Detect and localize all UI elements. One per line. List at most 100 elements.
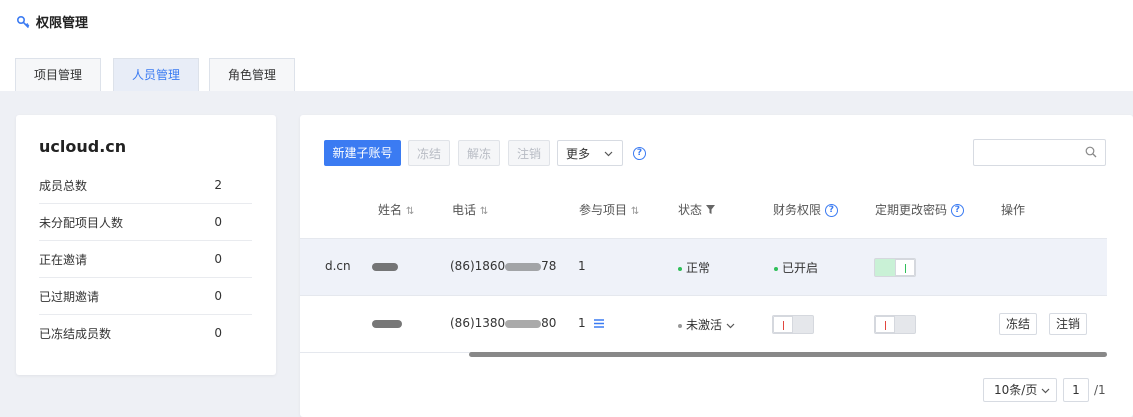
list-icon[interactable] (593, 317, 604, 331)
redacted-phone (505, 262, 542, 271)
phone-prefix: (86)1860 (450, 259, 506, 273)
password-toggle[interactable] (874, 258, 916, 277)
filter-icon[interactable] (705, 203, 715, 217)
header-password: 定期更改密码 ? (875, 201, 964, 218)
tab-project-management[interactable]: 项目管理 (15, 58, 102, 91)
tab-bar: 项目管理 人员管理 角色管理 (0, 58, 1133, 92)
search-input[interactable] (973, 139, 1106, 166)
projects-cell: 1 (578, 316, 604, 331)
table-row[interactable]: (86)1380 80 1 未激活 冻结 注销 (300, 295, 1107, 353)
toggle-knob (773, 316, 793, 333)
header-finance: 财务权限 ? (773, 201, 838, 218)
search-icon (1085, 146, 1097, 161)
projects-count: 1 (578, 316, 586, 330)
email-cell: d.cn (325, 259, 351, 273)
page-size-select[interactable]: 10条/页 (983, 378, 1057, 402)
chevron-down-icon (604, 141, 613, 176)
stat-value: 0 (214, 326, 222, 340)
tab-member-management[interactable]: 人员管理 (113, 58, 200, 92)
tab-label: 角色管理 (228, 68, 277, 82)
stat-inviting: 正在邀请 0 (39, 241, 252, 278)
status-text: 正常 (686, 261, 711, 275)
sort-icon[interactable]: ⇅ (406, 206, 414, 217)
header-label: 定期更改密码 (875, 203, 948, 217)
stat-expired-invites: 已过期邀请 0 (39, 278, 252, 315)
help-icon[interactable]: ? (633, 147, 646, 160)
redacted-phone (505, 319, 542, 328)
stat-value: 0 (214, 252, 222, 266)
status-text: 未激活 (686, 318, 723, 332)
status-dot-icon (774, 266, 778, 271)
key-icon (16, 15, 30, 29)
page-total: /1 (1094, 383, 1106, 397)
stat-value: 0 (214, 289, 222, 303)
stat-value: 2 (214, 178, 222, 192)
tab-label: 项目管理 (34, 68, 83, 82)
status-dot-icon (678, 266, 682, 271)
password-toggle[interactable] (874, 315, 916, 334)
status-cell: 正常 (678, 259, 710, 276)
redacted-name (372, 262, 398, 271)
phone-suffix: 80 (541, 316, 557, 330)
finance-text: 已开启 (782, 261, 819, 275)
table-row[interactable]: d.cn (86)1860 78 1 正常 已开启 (300, 238, 1107, 295)
stat-unassigned: 未分配项目人数 0 (39, 204, 252, 241)
redacted-name (372, 319, 402, 328)
stat-label: 已冻结成员数 (39, 326, 112, 341)
unfreeze-button[interactable]: 解冻 (458, 140, 500, 166)
header-label: 状态 (678, 203, 703, 217)
name-cell (372, 259, 398, 273)
stat-value: 0 (214, 215, 222, 229)
more-dropdown[interactable]: 更多 (557, 140, 623, 166)
row-freeze-button[interactable]: 冻结 (999, 313, 1038, 335)
chevron-down-icon (726, 318, 735, 332)
new-subaccount-button[interactable]: 新建子账号 (324, 140, 401, 166)
stat-total-members: 成员总数 2 (39, 167, 252, 204)
row-cancel-button[interactable]: 注销 (1049, 313, 1088, 335)
page-title: 权限管理 (16, 12, 88, 31)
projects-cell: 1 (578, 259, 586, 273)
member-list-card: 新建子账号 冻结 解冻 注销 更多 ? 姓名 ⇅ 电话 ⇅ 参与项目 ⇅ 状态 … (300, 115, 1133, 417)
stat-label: 成员总数 (39, 178, 88, 193)
toggle-knob (875, 316, 895, 333)
header-phone[interactable]: 电话 ⇅ (452, 201, 488, 218)
header-name[interactable]: 姓名 ⇅ (378, 201, 414, 218)
page-number-input[interactable]: 1 (1063, 378, 1089, 402)
header-label: 电话 (452, 203, 477, 217)
freeze-button[interactable]: 冻结 (408, 140, 450, 166)
finance-toggle[interactable] (772, 315, 814, 334)
tab-label: 人员管理 (132, 68, 181, 82)
chevron-down-icon (1041, 383, 1050, 397)
help-icon[interactable]: ? (950, 204, 964, 217)
header-label: 姓名 (378, 203, 403, 217)
sort-icon[interactable]: ⇅ (631, 206, 639, 217)
header-ops: 操作 (1001, 203, 1026, 217)
header-status[interactable]: 状态 (678, 201, 715, 218)
stat-label: 未分配项目人数 (39, 215, 124, 230)
status-dropdown[interactable]: 未激活 (678, 316, 735, 333)
finance-cell: 已开启 (774, 259, 818, 276)
sort-icon[interactable]: ⇅ (480, 206, 488, 217)
header-label: 参与项目 (579, 203, 628, 217)
phone-prefix: (86)1380 (450, 316, 506, 330)
page-size-label: 10条/页 (994, 383, 1038, 397)
tab-role-management[interactable]: 角色管理 (209, 58, 296, 91)
help-icon[interactable]: ? (824, 204, 838, 217)
phone-suffix: 78 (541, 259, 557, 273)
status-dot-icon (678, 323, 682, 328)
stat-frozen-members: 已冻结成员数 0 (39, 315, 252, 351)
header-label: 财务权限 (773, 203, 822, 217)
company-domain: ucloud.cn (39, 137, 127, 156)
more-label: 更多 (566, 147, 591, 161)
page-title-text: 权限管理 (36, 16, 89, 31)
stat-label: 正在邀请 (39, 252, 88, 267)
stat-label: 已过期邀请 (39, 289, 100, 304)
phone-cell: (86)1380 80 (450, 316, 556, 330)
phone-cell: (86)1860 78 (450, 259, 556, 273)
name-cell (372, 316, 402, 330)
header-projects[interactable]: 参与项目 ⇅ (579, 201, 639, 218)
toggle-knob (895, 259, 915, 276)
member-summary-card: ucloud.cn 成员总数 2 未分配项目人数 0 正在邀请 0 已过期邀请 0 已冻… (16, 115, 276, 375)
horizontal-scrollbar[interactable] (469, 352, 1107, 357)
cancel-account-button[interactable]: 注销 (508, 140, 550, 166)
